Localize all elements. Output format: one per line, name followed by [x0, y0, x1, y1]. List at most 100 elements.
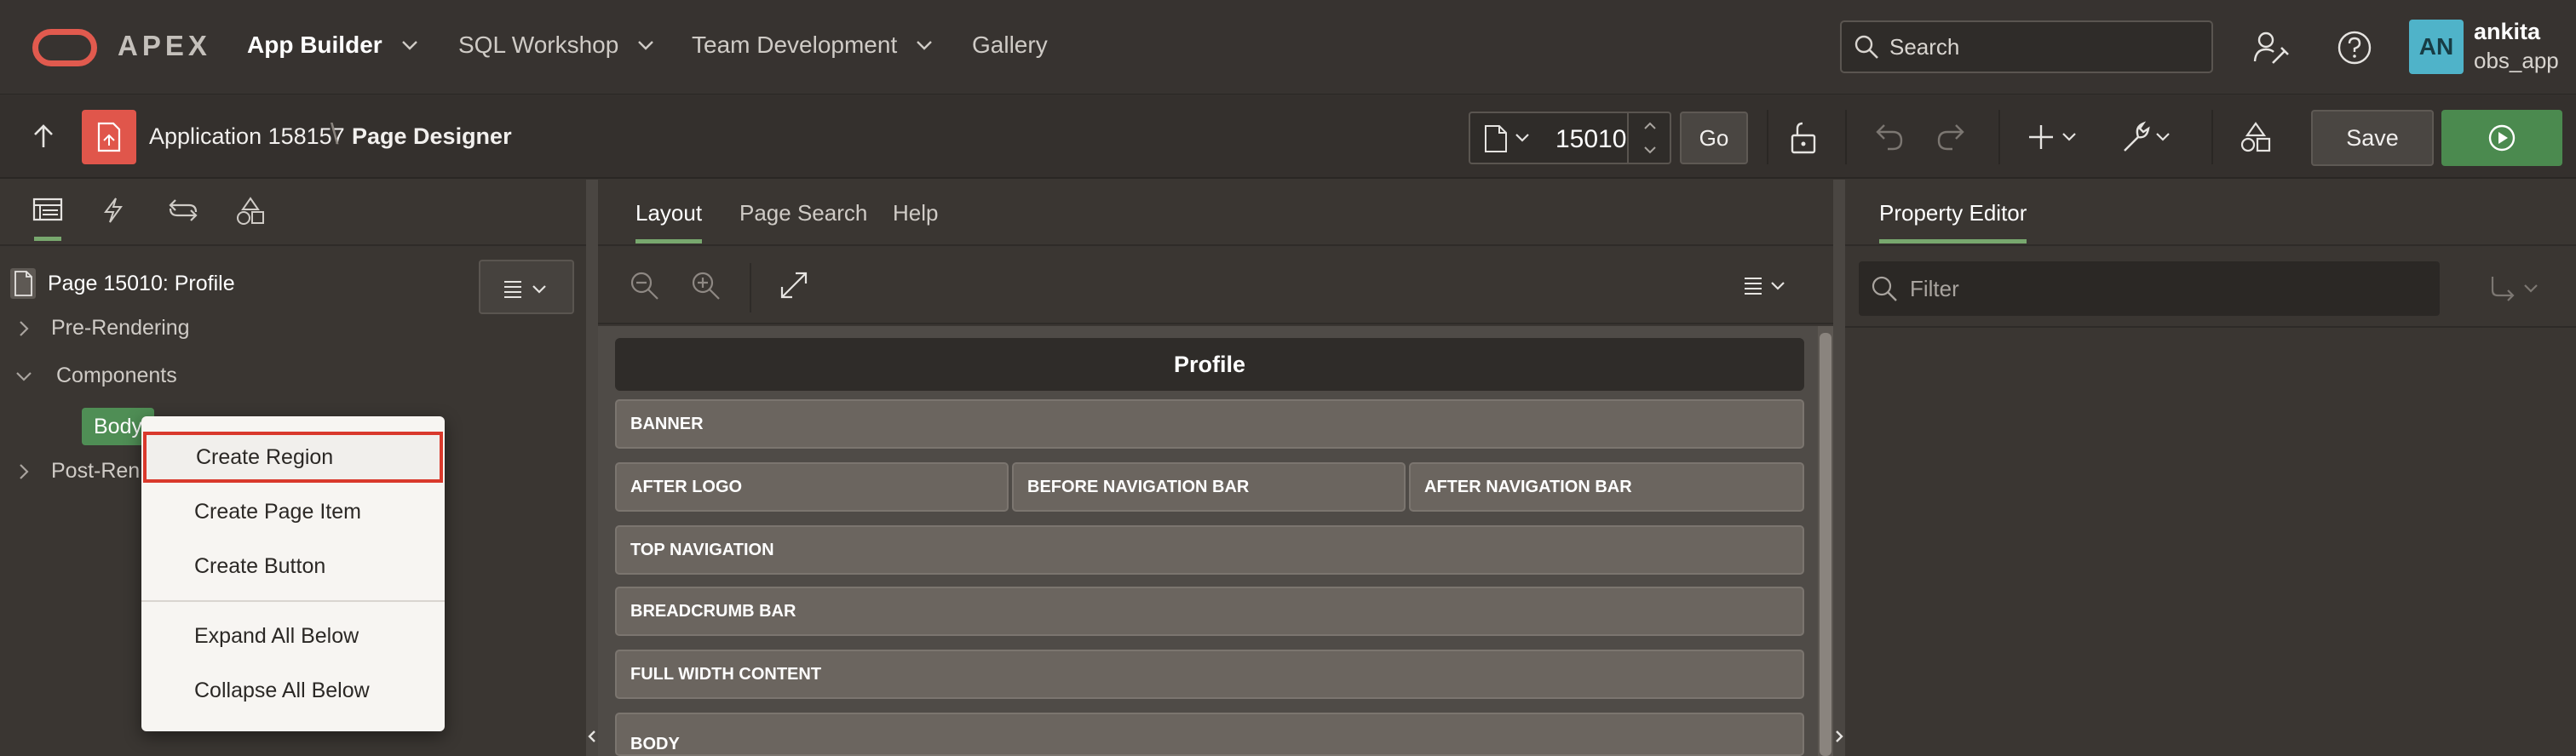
breadcrumb-application[interactable]: Application 158157	[149, 123, 345, 150]
menu-item-create-region[interactable]: Create Region	[143, 432, 443, 483]
nav-team-development-label: Team Development	[692, 32, 898, 58]
menu-item-expand-all-below[interactable]: Expand All Below	[141, 610, 445, 662]
arrow-up-icon[interactable]	[29, 122, 58, 151]
slot-before-navigation-bar[interactable]: BEFORE NAVIGATION BAR	[1012, 462, 1406, 512]
filter-placeholder: Filter	[1910, 275, 1959, 301]
tree-menu-button[interactable]	[479, 260, 574, 314]
tree-page-node[interactable]: Page 15010: Profile	[10, 268, 235, 299]
nav-gallery-label: Gallery	[972, 32, 1048, 58]
hamburger-menu-icon	[504, 281, 546, 298]
menu-item-collapse-all-below[interactable]: Collapse All Below	[141, 665, 445, 716]
redo-icon[interactable]	[1934, 120, 1968, 154]
tree-node-post-rendering[interactable]: Post-Ren	[19, 459, 140, 484]
go-to-group-icon[interactable]	[2487, 273, 2542, 302]
tree-node-label: Components	[56, 364, 177, 387]
nav-gallery[interactable]: Gallery	[972, 32, 1048, 59]
slot-after-logo[interactable]: AFTER LOGO	[615, 462, 1009, 512]
tree-page-label: Page 15010: Profile	[48, 271, 235, 295]
shared-components-icon	[237, 197, 264, 225]
user-workspace[interactable]: obs_app	[2474, 48, 2559, 74]
nav-sql-workshop-label: SQL Workshop	[458, 32, 619, 58]
administration-icon[interactable]	[2252, 29, 2290, 66]
utilities-wrench-icon[interactable]	[2119, 120, 2176, 154]
page-title-bar[interactable]: Profile	[615, 338, 1804, 391]
layout-grid[interactable]: Profile BANNER AFTER LOGO BEFORE NAVIGAT…	[598, 326, 1833, 756]
tab-page-search[interactable]: Page Search	[739, 200, 867, 243]
go-button[interactable]: Go	[1680, 112, 1748, 164]
collapse-right-icon[interactable]	[1833, 180, 1845, 756]
apex-brand[interactable]: APEX	[118, 30, 211, 62]
context-menu: Create Region Create Page Item Create Bu…	[141, 416, 445, 731]
help-icon[interactable]	[2336, 29, 2373, 66]
application-icon[interactable]	[82, 110, 136, 164]
layout-menu-icon[interactable]	[1741, 273, 1792, 299]
breadcrumb-separator: \	[331, 118, 339, 151]
toolbar-divider	[750, 263, 751, 312]
slot-banner[interactable]: BANNER	[615, 399, 1804, 449]
slot-breadcrumb-bar[interactable]: BREADCRUMB BAR	[615, 587, 1804, 636]
oracle-logo-icon[interactable]	[32, 29, 97, 66]
chevron-right-icon[interactable]	[19, 320, 29, 337]
slot-top-navigation[interactable]: TOP NAVIGATION	[615, 525, 1804, 575]
search-input[interactable]: Search	[1840, 20, 2213, 73]
tree-node-label: Post-Ren	[51, 459, 141, 483]
menu-item-create-page-item[interactable]: Create Page Item	[141, 486, 445, 537]
zoom-in-icon[interactable]	[690, 270, 722, 302]
tab-layout[interactable]: Layout	[635, 200, 703, 243]
unlock-icon[interactable]	[1787, 120, 1821, 154]
chevron-down-icon	[401, 41, 417, 50]
menu-item-create-button[interactable]: Create Button	[141, 541, 445, 592]
nav-app-builder[interactable]: App Builder	[247, 32, 418, 59]
shared-components-icon[interactable]	[2239, 120, 2273, 154]
undo-icon[interactable]	[1872, 120, 1906, 154]
create-menu-icon[interactable]	[2027, 120, 2082, 154]
save-button[interactable]: Save	[2311, 110, 2434, 166]
tab-processing[interactable]	[167, 197, 201, 241]
tab-rendering[interactable]	[32, 197, 66, 241]
tree-node-label: Pre-Rendering	[51, 316, 190, 340]
menu-separator	[141, 600, 445, 602]
page-selector[interactable]: 15010	[1469, 112, 1671, 164]
zoom-out-icon[interactable]	[629, 270, 661, 302]
search-icon	[1872, 276, 1897, 301]
tab-property-editor[interactable]: Property Editor	[1879, 200, 2027, 243]
nav-app-builder-label: App Builder	[247, 32, 382, 58]
processing-icon	[169, 199, 198, 221]
chevron-down-icon[interactable]	[15, 371, 32, 381]
nav-team-development[interactable]: Team Development	[692, 32, 933, 59]
slot-after-navigation-bar[interactable]: AFTER NAVIGATION BAR	[1409, 462, 1804, 512]
tree-node-pre-rendering[interactable]: Pre-Rendering	[19, 316, 190, 341]
page-number-input[interactable]: 15010	[1555, 125, 1626, 154]
page-number-stepper[interactable]	[1627, 113, 1670, 163]
page-designer-toolbar: Application 158157 \ Page Designer 15010…	[0, 94, 2576, 179]
user-name[interactable]: ankita	[2474, 19, 2540, 45]
chevron-right-icon[interactable]	[19, 463, 29, 480]
toolbar-divider	[1767, 110, 1768, 164]
expand-icon[interactable]	[779, 270, 809, 301]
tree-node-components[interactable]: Components	[15, 364, 177, 388]
right-pane-tabs: Property Editor	[1845, 180, 2576, 246]
tab-help[interactable]: Help	[893, 200, 938, 243]
search-icon	[1854, 35, 1878, 59]
breadcrumb-page-designer: Page Designer	[352, 123, 512, 149]
rendering-icon	[32, 198, 63, 221]
collapse-left-icon[interactable]	[586, 180, 598, 756]
right-pane-splitter[interactable]	[1833, 180, 1845, 756]
center-pane-tabs: Layout Page Search Help	[598, 180, 1833, 246]
slot-full-width-content[interactable]: FULL WIDTH CONTENT	[615, 650, 1804, 699]
tab-dynamic-actions[interactable]	[101, 197, 135, 241]
tab-shared-components[interactable]	[235, 197, 269, 241]
property-filter-input[interactable]: Filter	[1859, 261, 2440, 316]
search-placeholder: Search	[1889, 33, 1960, 60]
toolbar-divider	[1998, 110, 2000, 164]
nav-sql-workshop[interactable]: SQL Workshop	[458, 32, 654, 59]
scrollbar-thumb[interactable]	[1820, 333, 1831, 756]
avatar[interactable]: AN	[2409, 20, 2464, 74]
left-pane-tabs	[0, 180, 586, 246]
left-pane-splitter[interactable]	[586, 180, 598, 756]
page-icon	[1485, 125, 1507, 152]
save-and-run-button[interactable]	[2441, 110, 2562, 166]
property-filter-row: Filter	[1845, 248, 2576, 328]
slot-body[interactable]: BODY	[615, 713, 1804, 756]
layout-toolbar	[598, 248, 1833, 324]
